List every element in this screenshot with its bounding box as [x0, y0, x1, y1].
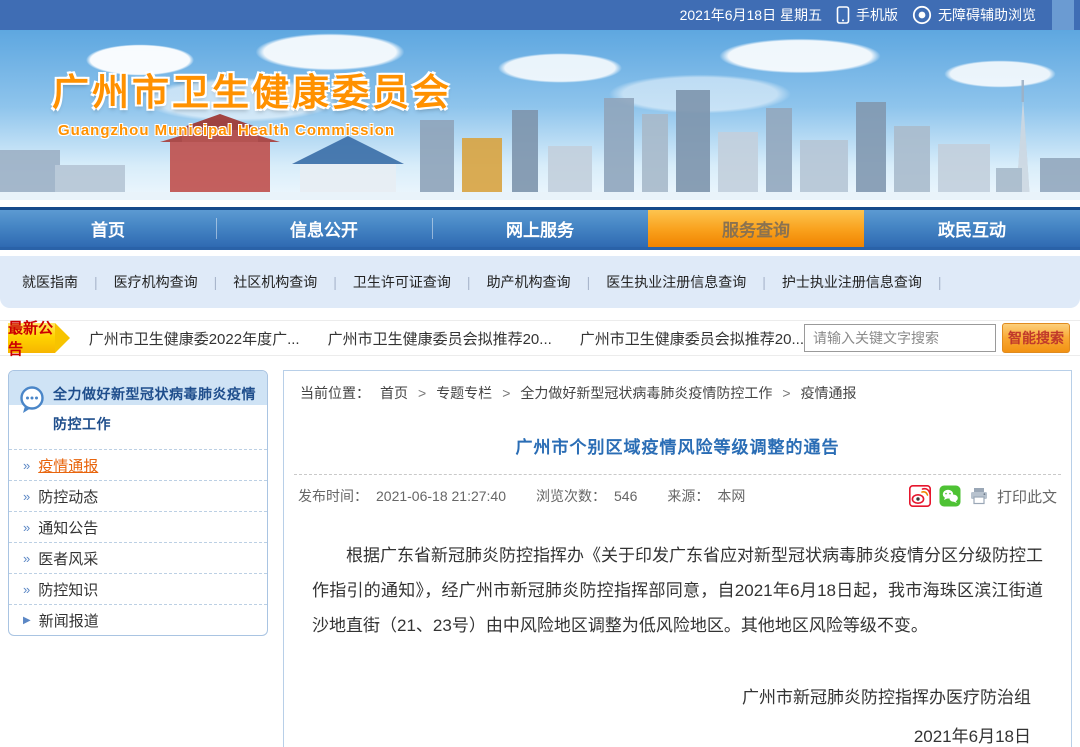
subnav-separator: |	[762, 274, 766, 290]
search-input[interactable]	[804, 324, 996, 352]
sidebar-item-doctor-stories[interactable]: » 医者风采	[9, 542, 267, 573]
printer-icon[interactable]	[969, 486, 989, 506]
nav-tab-service-query[interactable]: 服务查询	[648, 210, 864, 247]
triangle-right-icon: ▶	[23, 615, 31, 626]
signature-date: 2021年6月18日	[284, 717, 1031, 747]
sidebar-title: 全力做好新型冠状病毒肺炎疫情防控工作	[9, 371, 267, 449]
speech-bubble-icon	[17, 385, 47, 425]
wechat-share-icon[interactable]	[939, 485, 961, 507]
mobile-icon	[836, 6, 850, 24]
announcement-link[interactable]: 广州市卫生健康委员会拟推荐20...	[328, 328, 552, 349]
chevron-right-icon: »	[23, 520, 30, 535]
breadcrumb-separator: >	[502, 385, 510, 401]
subnav-separator: |	[214, 274, 218, 290]
site-banner: 广州市卫生健康委员会 Guangzhou Municipal Health Co…	[0, 30, 1080, 200]
main-nav: 首页 信息公开 网上服务 服务查询 政民互动	[0, 207, 1080, 250]
subnav-item-guide[interactable]: 就医指南	[22, 272, 78, 292]
breadcrumb-link-home[interactable]: 首页	[380, 383, 408, 403]
article-panel: 当前位置： 首页 > 专题专栏 > 全力做好新型冠状病毒肺炎疫情防控工作 > 疫…	[283, 370, 1072, 747]
sidebar-item-label: 通知公告	[38, 517, 98, 538]
site-title-en: Guangzhou Municipal Health Commission	[58, 122, 452, 139]
sidebar-item-label: 防控动态	[38, 486, 98, 507]
sidebar-item-prevention-knowledge[interactable]: » 防控知识	[9, 573, 267, 604]
subnav-item-medical-institution-query[interactable]: 医疗机构查询	[114, 272, 198, 292]
source-label: 来源：	[667, 486, 709, 506]
sidebar-item-label: 新闻报道	[39, 610, 99, 631]
sub-nav: 就医指南 | 医疗机构查询 | 社区机构查询 | 卫生许可证查询 | 助产机构查询 | 医…	[0, 256, 1080, 308]
weibo-share-icon[interactable]	[909, 485, 931, 507]
mobile-version-label: 手机版	[856, 5, 898, 25]
subnav-separator: |	[467, 274, 471, 290]
breadcrumb-link-covid-prevention[interactable]: 全力做好新型冠状病毒肺炎疫情防控工作	[520, 383, 772, 403]
publish-time-label: 发布时间：	[298, 486, 368, 506]
nav-tab-home[interactable]: 首页	[0, 210, 216, 247]
chevron-right-icon: »	[23, 582, 30, 597]
chevron-right-icon: »	[23, 458, 30, 473]
print-article-link[interactable]: 打印此文	[997, 486, 1057, 507]
article-body: 根据广东省新冠肺炎防控指挥办《关于印发广东省应对新型冠状病毒肺炎疫情分区分级防控…	[284, 539, 1071, 644]
breadcrumb: 当前位置： 首页 > 专题专栏 > 全力做好新型冠状病毒肺炎疫情防控工作 > 疫…	[284, 371, 1071, 407]
badge-label: 最新公告	[8, 317, 55, 359]
subnav-separator: |	[587, 274, 591, 290]
breadcrumb-link-epidemic-report[interactable]: 疫情通报	[801, 383, 857, 403]
subnav-item-hygiene-license-query[interactable]: 卫生许可证查询	[353, 272, 451, 292]
eye-icon	[912, 5, 932, 25]
announcement-links: 广州市卫生健康委2022年度广... 广州市卫生健康委员会拟推荐20... 广州…	[89, 328, 804, 349]
share-print-tools: 打印此文	[909, 485, 1057, 507]
views-label: 浏览次数：	[536, 486, 606, 506]
accessibility-link[interactable]: 无障碍辅助浏览	[912, 5, 1036, 25]
latest-announcement-badge: 最新公告	[8, 323, 55, 353]
subnav-separator: |	[94, 274, 98, 290]
announcement-link[interactable]: 广州市卫生健康委2022年度广...	[89, 328, 300, 349]
top-bar: 2021年6月18日 星期五 手机版 无障碍辅助浏览	[0, 0, 1080, 30]
nav-tab-online-services[interactable]: 网上服务	[432, 210, 648, 247]
sidebar-item-epidemic-report[interactable]: » 疫情通报	[9, 449, 267, 480]
current-date: 2021年6月18日 星期五	[680, 5, 822, 25]
subnav-item-community-institution-query[interactable]: 社区机构查询	[233, 272, 317, 292]
smart-search-button[interactable]: 智能搜索	[1002, 323, 1070, 353]
subnav-separator: |	[938, 274, 942, 290]
views-value: 546	[614, 488, 637, 504]
sidebar-item-label: 疫情通报	[38, 455, 98, 476]
article-title: 广州市个别区域疫情风险等级调整的通告	[284, 433, 1071, 458]
signature-org: 广州市新冠肺炎防控指挥办医疗防治组	[284, 678, 1031, 717]
sidebar-item-prevention-news[interactable]: » 防控动态	[9, 480, 267, 511]
sidebar-item-news-coverage[interactable]: ▶ 新闻报道	[9, 604, 267, 635]
subnav-item-doctor-registration-query[interactable]: 医生执业注册信息查询	[606, 272, 746, 292]
topbar-end-block	[1052, 0, 1074, 30]
publish-time-value: 2021-06-18 21:27:40	[376, 488, 506, 504]
breadcrumb-separator: >	[418, 385, 426, 401]
page: 2021年6月18日 星期五 手机版 无障碍辅助浏览	[0, 0, 1080, 747]
chevron-right-icon: »	[23, 489, 30, 504]
main-area: 全力做好新型冠状病毒肺炎疫情防控工作 » 疫情通报 » 防控动态 » 通知公告 …	[0, 370, 1080, 747]
sidebar-item-label: 防控知识	[38, 579, 98, 600]
breadcrumb-link-special-topics[interactable]: 专题专栏	[436, 383, 492, 403]
nav-tab-public-interaction[interactable]: 政民互动	[864, 210, 1080, 247]
site-title-cn: 广州市卫生健康委员会	[52, 62, 452, 116]
chevron-right-icon: »	[23, 551, 30, 566]
subnav-separator: |	[333, 274, 337, 290]
nav-tab-info-disclosure[interactable]: 信息公开	[216, 210, 432, 247]
mobile-version-link[interactable]: 手机版	[836, 5, 898, 25]
subnav-item-nurse-registration-query[interactable]: 护士执业注册信息查询	[782, 272, 922, 292]
announcement-link[interactable]: 广州市卫生健康委员会拟推荐20...	[580, 328, 804, 349]
article-signature: 广州市新冠肺炎防控指挥办医疗防治组 2021年6月18日	[284, 678, 1071, 747]
site-logo: 广州市卫生健康委员会 Guangzhou Municipal Health Co…	[52, 62, 452, 139]
source-value: 本网	[717, 486, 745, 506]
search-box: 智能搜索	[804, 323, 1070, 353]
sidebar-item-notices[interactable]: » 通知公告	[9, 511, 267, 542]
breadcrumb-prefix: 当前位置：	[300, 383, 370, 403]
sidebar: 全力做好新型冠状病毒肺炎疫情防控工作 » 疫情通报 » 防控动态 » 通知公告 …	[8, 370, 268, 636]
subnav-item-midwifery-query[interactable]: 助产机构查询	[487, 272, 571, 292]
accessibility-label: 无障碍辅助浏览	[938, 5, 1036, 25]
sidebar-item-label: 医者风采	[38, 548, 98, 569]
breadcrumb-separator: >	[782, 385, 790, 401]
article-meta: 发布时间： 2021-06-18 21:27:40 浏览次数： 546 来源： …	[284, 475, 1071, 517]
sidebar-title-text: 全力做好新型冠状病毒肺炎疫情防控工作	[53, 386, 256, 432]
announcement-bar: 最新公告 广州市卫生健康委2022年度广... 广州市卫生健康委员会拟推荐20.…	[0, 320, 1080, 356]
